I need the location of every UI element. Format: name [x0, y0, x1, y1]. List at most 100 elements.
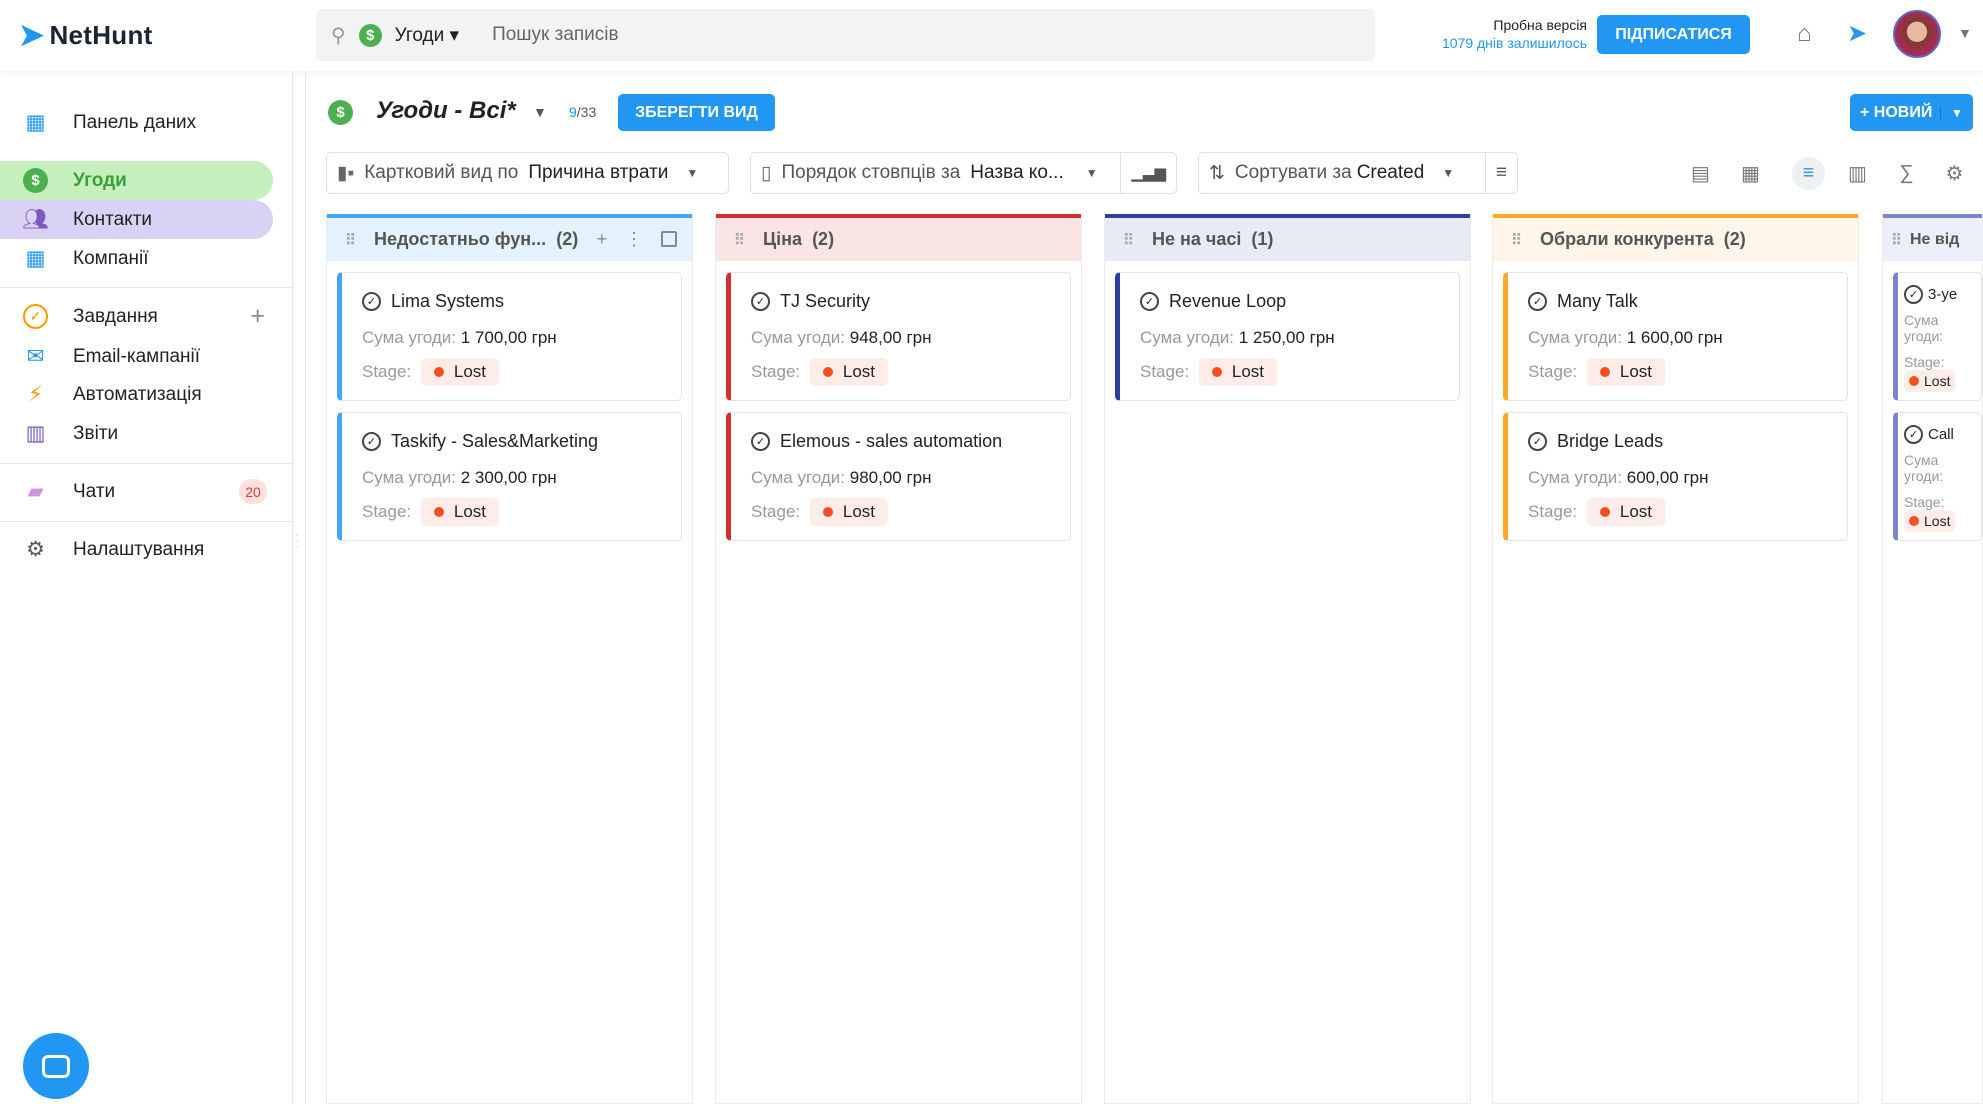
nethunt-logo[interactable]: ➤ NetHunt: [19, 18, 153, 53]
sidebar-item-5[interactable]: ✉ Email-кампанії: [0, 337, 273, 376]
column-header[interactable]: ⠿ Ціна (2): [716, 214, 1081, 261]
dollar-icon: $: [23, 168, 48, 193]
drag-handle-icon[interactable]: ⠿: [1891, 231, 1902, 249]
kanban-column: ⠿ Ціна (2) ✓ TJ Security Сума угоди: 948,00…: [715, 214, 1082, 1104]
column-header[interactable]: ⠿ Не від: [1883, 214, 1982, 261]
avatar[interactable]: [1893, 10, 1941, 58]
columns-toggle-icon[interactable]: ▥: [1841, 157, 1874, 190]
home-icon[interactable]: ⌂: [1797, 20, 1812, 48]
status-dot-icon: [1211, 367, 1222, 377]
search-bar[interactable]: ⚲ $ Угоди ▾ Пошук записів: [316, 9, 1375, 61]
sidebar-divider: [0, 287, 292, 288]
deal-card[interactable]: ✓ Call Сума угоди: Stage: Lost: [1893, 412, 1982, 541]
sidebar-divider: [0, 463, 292, 464]
status-dot-icon: [822, 367, 833, 377]
sidebar-item-9[interactable]: ⚙ Налаштування: [0, 530, 273, 569]
sort-arrows-icon: ⇅: [1209, 162, 1225, 184]
deal-card[interactable]: ✓ Lima Systems Сума угоди: 1 700,00 грн S…: [337, 272, 682, 401]
column-order-select[interactable]: ▯ Порядок стовпців за Назва ко... ▼ ▁▃▆: [750, 152, 1177, 194]
deal-card[interactable]: ✓ Revenue Loop Сума угоди: 1 250,00 грн S…: [1115, 272, 1460, 401]
deal-amount: Сума угоди: 1 700,00 грн: [362, 328, 557, 347]
top-header: ➤ NetHunt ⚲ $ Угоди ▾ Пошук записів Пробн…: [0, 0, 1983, 71]
sidebar-item-label: Чати: [73, 480, 116, 502]
deal-name: Lima Systems: [391, 291, 505, 311]
deal-card[interactable]: ✓ Bridge Leads Сума угоди: 600,00 грн Sta…: [1503, 412, 1848, 541]
sidebar-item-2[interactable]: 👥︎ Контакти: [0, 200, 273, 239]
deal-card[interactable]: ✓ Taskify - Sales&Marketing Сума угоди: 2…: [337, 412, 682, 541]
check-circle-icon: ✓: [1528, 292, 1547, 311]
view-dropdown-icon[interactable]: ▼: [533, 104, 547, 120]
save-view-button[interactable]: ЗБЕРЕГТИ ВИД: [618, 94, 775, 131]
sidebar-resize-handle[interactable]: · · ·: [295, 528, 299, 552]
stage-badge: Lost: [1586, 358, 1666, 386]
deal-stage: Stage: Lost: [1904, 494, 1979, 532]
search-icon: ⚲: [331, 24, 346, 47]
gear-icon[interactable]: ⚙: [1938, 157, 1971, 190]
subscribe-button[interactable]: ПІДПИСАТИСЯ: [1597, 15, 1750, 54]
sum-icon[interactable]: ∑: [1890, 157, 1923, 190]
deal-amount: Сума угоди:: [1904, 312, 1944, 344]
sort-order-icon[interactable]: ≡: [1484, 153, 1517, 193]
search-input[interactable]: Пошук записів: [492, 24, 619, 46]
drag-handle-icon[interactable]: ⠿: [1511, 231, 1522, 249]
deal-stage: Stage: Lost: [1528, 358, 1843, 386]
telegram-icon[interactable]: ➤: [1847, 19, 1867, 48]
deal-card[interactable]: ✓ Elemous - sales automation Сума угоди: …: [726, 412, 1071, 541]
sidebar-divider: [0, 521, 292, 522]
deal-amount: Сума угоди: 600,00 грн: [1528, 468, 1709, 487]
sidebar-item-6[interactable]: ⚡︎ Автоматизація: [0, 375, 273, 414]
chart-icon[interactable]: ▁▃▆: [1120, 153, 1176, 193]
deal-card[interactable]: ✓ Many Talk Сума угоди: 1 600,00 грн Stag…: [1503, 272, 1848, 401]
clipboard-icon[interactable]: ▦: [1734, 157, 1767, 190]
lightning-icon: ⚡︎: [28, 383, 43, 406]
drag-handle-icon[interactable]: ⠿: [345, 231, 356, 249]
filter-icon[interactable]: ≡: [1792, 157, 1825, 190]
sidebar-item-0[interactable]: ▦ Панель даних: [0, 103, 273, 142]
stage-badge: Lost: [1586, 498, 1666, 526]
drag-handle-icon[interactable]: ⠿: [1123, 231, 1134, 249]
column-header[interactable]: ⠿ Недостатньо фун... (2) + ⋮: [327, 214, 692, 261]
kanban-column: ⠿ Не на часі (1) ✓ Revenue Loop Сума угоди:…: [1104, 214, 1471, 1104]
new-dropdown-icon[interactable]: ▼: [1940, 105, 1973, 120]
column-title: Обрали конкурента (2): [1540, 229, 1746, 249]
column-title: Ціна (2): [763, 229, 835, 249]
check-circle-icon: ✓: [1904, 285, 1923, 304]
deal-card[interactable]: ✓ 3-ye Сума угоди: Stage: Lost: [1893, 272, 1982, 401]
add-card-icon[interactable]: +: [596, 229, 607, 250]
deal-name: Revenue Loop: [1169, 291, 1287, 311]
deal-stage: Stage: Lost: [362, 498, 677, 526]
sidebar-item-1[interactable]: $ Угоди: [0, 161, 273, 200]
check-circle-icon: ✓: [751, 432, 770, 451]
sidebar-item-7[interactable]: ▥ Звіти: [0, 414, 273, 453]
select-checkbox[interactable]: [661, 231, 677, 247]
trial-info: Пробна версія 1079 днів залишилось: [1441, 17, 1587, 51]
sidebar-item-4[interactable]: ✓ Завдання +: [0, 297, 273, 336]
search-entity-select[interactable]: Угоди ▾: [395, 24, 459, 47]
deal-name: Elemous - sales automation: [780, 431, 1003, 451]
sidebar-item-3[interactable]: ▦ Компанії: [0, 239, 273, 278]
status-dot-icon: [433, 507, 444, 517]
more-icon[interactable]: ⋮: [625, 229, 643, 250]
deal-card[interactable]: ✓ TJ Security Сума угоди: 948,00 грн Stag…: [726, 272, 1071, 401]
status-dot-icon: [1599, 367, 1610, 377]
column-header[interactable]: ⠿ Обрали конкурента (2): [1493, 214, 1858, 261]
card-layout-icon[interactable]: ▤: [1684, 157, 1717, 190]
sidebar-item-8[interactable]: ▰ Чати 20: [0, 472, 273, 511]
sort-select[interactable]: ⇅ Сортувати за Created ▼ ≡: [1198, 152, 1518, 194]
add-task-button[interactable]: +: [250, 302, 265, 331]
deal-stage: Stage: Lost: [1140, 358, 1455, 386]
chat-support-button[interactable]: [23, 1033, 89, 1099]
view-title[interactable]: Угоди - Всі*: [376, 97, 516, 125]
new-record-button[interactable]: + НОВИЙ ▼: [1850, 94, 1973, 131]
sidebar-item-label: Компанії: [73, 247, 149, 269]
column-title: Не на часі (1): [1152, 229, 1274, 249]
main-divider: [305, 71, 306, 1104]
card-view-select[interactable]: ▮▪ Картковий вид по Причина втрати ▼: [326, 152, 729, 194]
stage-badge: Lost: [1904, 510, 1956, 532]
column-header[interactable]: ⠿ Не на часі (1): [1105, 214, 1470, 261]
chevron-down-icon[interactable]: ▼: [1958, 25, 1972, 41]
column-title: Недостатньо фун... (2): [374, 229, 579, 249]
deal-stage: Stage: Lost: [362, 358, 677, 386]
drag-handle-icon[interactable]: ⠿: [734, 231, 745, 249]
check-circle-icon: ✓: [1528, 432, 1547, 451]
